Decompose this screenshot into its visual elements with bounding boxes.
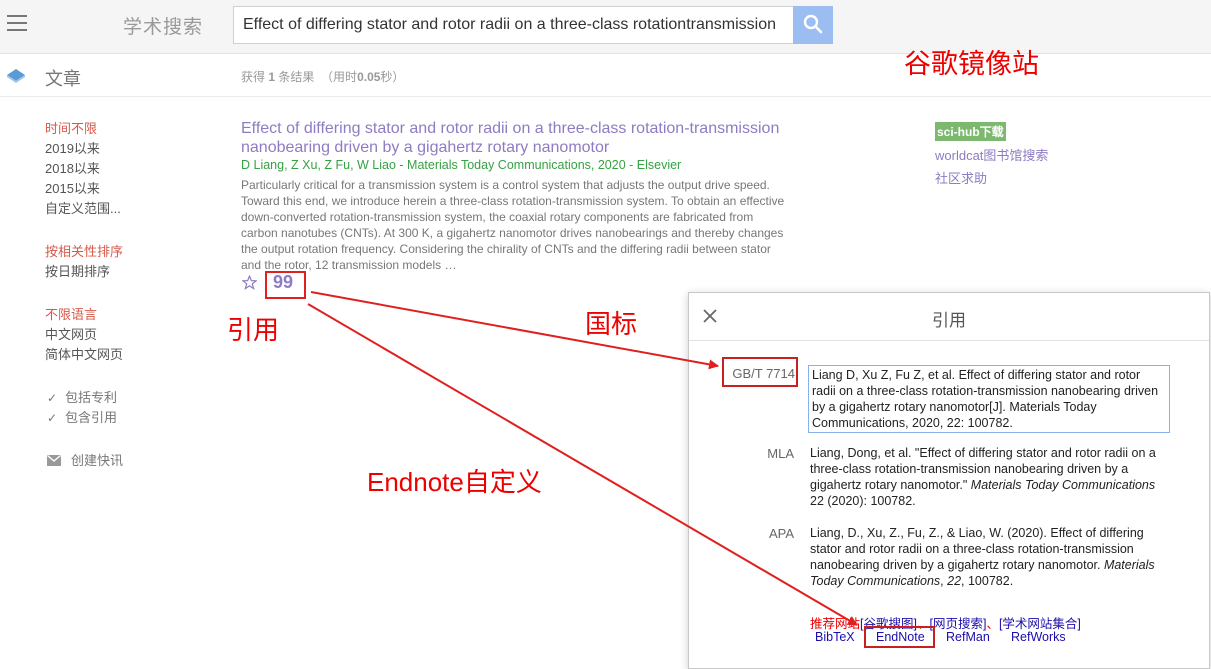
annotation-mirror-site: 谷歌镜像站 [904, 49, 1039, 79]
envelope-icon [47, 455, 61, 466]
export-refworks[interactable]: RefWorks [1011, 630, 1066, 644]
cite-label-mla: MLA [767, 446, 794, 461]
result-stats: 获得 1 条结果 （用时0.05秒） [241, 70, 405, 84]
endnote-highlight-box [864, 626, 935, 648]
cite-text-apa[interactable]: Liang, D., Xu, Z., Fu, Z., & Liao, W. (2… [810, 525, 1170, 589]
annotation-endnote: Endnote自定义 [367, 467, 542, 497]
result-snippet: Particularly critical for a transmission… [241, 178, 785, 272]
language-simplified-chinese[interactable]: 简体中文网页 [45, 344, 123, 363]
worldcat-link[interactable]: worldcat图书馆搜索 [935, 145, 1048, 164]
filter-since-2018[interactable]: 2018以来 [45, 158, 100, 177]
hamburger-menu-icon[interactable] [7, 15, 27, 31]
community-help-link[interactable]: 社区求助 [935, 168, 987, 187]
brand-title[interactable]: 学术搜索 [123, 12, 203, 39]
create-alert-link[interactable]: 创建快讯 [47, 450, 123, 469]
cite-text-gbt[interactable]: Liang D, Xu Z, Fu Z, et al. Effect of di… [808, 365, 1170, 433]
dialog-header: 引用 [689, 293, 1209, 341]
result-title-link[interactable]: Effect of differing stator and rotor rad… [241, 119, 831, 157]
cite-dialog: 引用 GB/T 7714 Liang D, Xu Z, Fu Z, et al.… [688, 292, 1210, 669]
export-bibtex[interactable]: BibTeX [815, 630, 855, 644]
cite-label-apa: APA [768, 526, 794, 541]
language-chinese[interactable]: 中文网页 [45, 324, 97, 343]
gbt-highlight-box [722, 357, 798, 387]
section-label: 文章 [45, 69, 81, 89]
filter-time-any[interactable]: 时间不限 [45, 118, 97, 137]
star-icon[interactable] [242, 275, 257, 290]
checkmark-icon: ✓ [47, 391, 58, 405]
checkmark-icon: ✓ [47, 411, 58, 425]
export-refman[interactable]: RefMan [946, 630, 990, 644]
filter-since-2019[interactable]: 2019以来 [45, 138, 100, 157]
sort-date[interactable]: 按日期排序 [45, 261, 110, 280]
include-patents-checkbox[interactable]: ✓ 包括专利 [47, 387, 117, 406]
result-authors: D Liang, Z Xu, Z Fu, W Liao - Materials … [241, 158, 682, 172]
cite-highlight-box [265, 271, 306, 299]
link-academic-sites[interactable]: [学术网站集合] [999, 617, 1081, 631]
language-any[interactable]: 不限语言 [45, 304, 97, 323]
filter-custom-range[interactable]: 自定义范围... [45, 198, 121, 217]
articles-icon [7, 69, 25, 83]
search-input[interactable] [233, 6, 794, 44]
cite-text-mla[interactable]: Liang, Dong, et al. "Effect of differing… [810, 445, 1170, 509]
search-icon [803, 14, 823, 33]
arrow-to-gbt [310, 291, 719, 370]
sort-relevance[interactable]: 按相关性排序 [45, 241, 123, 260]
annotation-cite: 引用 [227, 315, 280, 345]
search-button[interactable] [793, 6, 833, 44]
annotation-gb-standard: 国标 [585, 309, 638, 339]
include-citations-checkbox[interactable]: ✓ 包含引用 [47, 407, 117, 426]
link-web-search[interactable]: [网页搜索] [929, 617, 986, 631]
filter-since-2015[interactable]: 2015以来 [45, 178, 100, 197]
dialog-title: 引用 [932, 311, 966, 330]
scihub-download-link[interactable]: sci-hub下载 [935, 122, 1006, 141]
